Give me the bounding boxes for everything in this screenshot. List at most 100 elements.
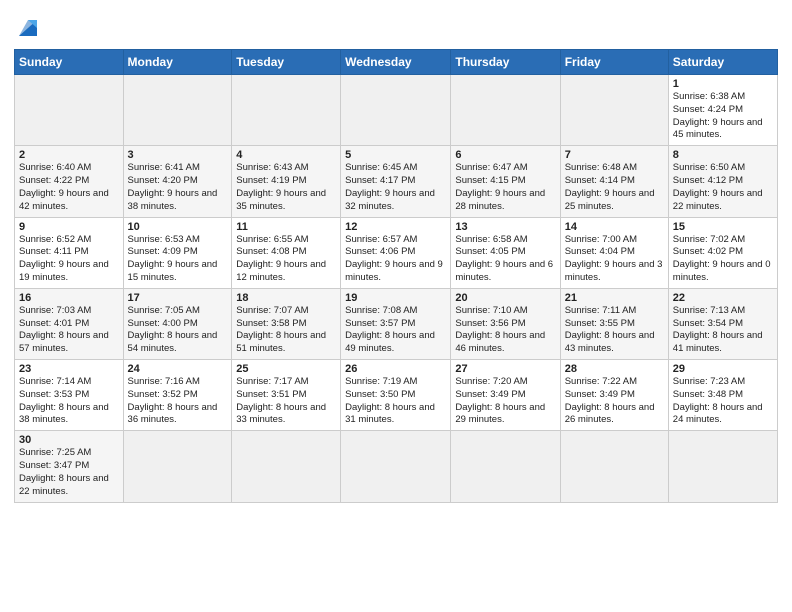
day-info: Sunrise: 6:50 AM Sunset: 4:12 PM Dayligh… bbox=[673, 162, 773, 213]
day-number: 30 bbox=[19, 434, 119, 446]
day-number: 25 bbox=[236, 363, 336, 375]
day-info: Sunrise: 6:45 AM Sunset: 4:17 PM Dayligh… bbox=[345, 162, 446, 213]
weekday-header-monday: Monday bbox=[123, 50, 232, 75]
weekday-header-friday: Friday bbox=[560, 50, 668, 75]
day-number: 6 bbox=[455, 149, 555, 161]
day-info: Sunrise: 7:03 AM Sunset: 4:01 PM Dayligh… bbox=[19, 305, 119, 356]
day-info: Sunrise: 6:47 AM Sunset: 4:15 PM Dayligh… bbox=[455, 162, 555, 213]
weekday-header-saturday: Saturday bbox=[668, 50, 777, 75]
day-info: Sunrise: 7:20 AM Sunset: 3:49 PM Dayligh… bbox=[455, 376, 555, 427]
calendar-cell: 7Sunrise: 6:48 AM Sunset: 4:14 PM Daylig… bbox=[560, 146, 668, 217]
logo-triangle-icon bbox=[17, 16, 39, 38]
day-number: 23 bbox=[19, 363, 119, 375]
calendar-cell: 29Sunrise: 7:23 AM Sunset: 3:48 PM Dayli… bbox=[668, 360, 777, 431]
day-number: 1 bbox=[673, 78, 773, 90]
calendar-cell: 18Sunrise: 7:07 AM Sunset: 3:58 PM Dayli… bbox=[232, 288, 341, 359]
day-info: Sunrise: 7:05 AM Sunset: 4:00 PM Dayligh… bbox=[128, 305, 228, 356]
day-info: Sunrise: 6:43 AM Sunset: 4:19 PM Dayligh… bbox=[236, 162, 336, 213]
day-number: 27 bbox=[455, 363, 555, 375]
calendar-week-row: 1Sunrise: 6:38 AM Sunset: 4:24 PM Daylig… bbox=[15, 75, 778, 146]
day-info: Sunrise: 6:58 AM Sunset: 4:05 PM Dayligh… bbox=[455, 234, 555, 285]
calendar-cell: 19Sunrise: 7:08 AM Sunset: 3:57 PM Dayli… bbox=[341, 288, 451, 359]
calendar-week-row: 9Sunrise: 6:52 AM Sunset: 4:11 PM Daylig… bbox=[15, 217, 778, 288]
day-number: 10 bbox=[128, 221, 228, 233]
calendar-cell: 4Sunrise: 6:43 AM Sunset: 4:19 PM Daylig… bbox=[232, 146, 341, 217]
calendar-cell: 13Sunrise: 6:58 AM Sunset: 4:05 PM Dayli… bbox=[451, 217, 560, 288]
calendar-cell: 16Sunrise: 7:03 AM Sunset: 4:01 PM Dayli… bbox=[15, 288, 124, 359]
logo bbox=[14, 16, 39, 43]
calendar-cell: 9Sunrise: 6:52 AM Sunset: 4:11 PM Daylig… bbox=[15, 217, 124, 288]
calendar-week-row: 16Sunrise: 7:03 AM Sunset: 4:01 PM Dayli… bbox=[15, 288, 778, 359]
header-area bbox=[14, 10, 778, 43]
page: SundayMondayTuesdayWednesdayThursdayFrid… bbox=[0, 0, 792, 612]
weekday-header-thursday: Thursday bbox=[451, 50, 560, 75]
calendar-header-row: SundayMondayTuesdayWednesdayThursdayFrid… bbox=[15, 50, 778, 75]
calendar-cell: 24Sunrise: 7:16 AM Sunset: 3:52 PM Dayli… bbox=[123, 360, 232, 431]
day-number: 15 bbox=[673, 221, 773, 233]
calendar-cell: 10Sunrise: 6:53 AM Sunset: 4:09 PM Dayli… bbox=[123, 217, 232, 288]
calendar-cell: 23Sunrise: 7:14 AM Sunset: 3:53 PM Dayli… bbox=[15, 360, 124, 431]
day-info: Sunrise: 7:08 AM Sunset: 3:57 PM Dayligh… bbox=[345, 305, 446, 356]
day-number: 14 bbox=[565, 221, 664, 233]
weekday-header-sunday: Sunday bbox=[15, 50, 124, 75]
calendar-cell: 6Sunrise: 6:47 AM Sunset: 4:15 PM Daylig… bbox=[451, 146, 560, 217]
day-number: 9 bbox=[19, 221, 119, 233]
day-number: 20 bbox=[455, 292, 555, 304]
calendar-cell bbox=[341, 431, 451, 502]
calendar-cell: 21Sunrise: 7:11 AM Sunset: 3:55 PM Dayli… bbox=[560, 288, 668, 359]
day-info: Sunrise: 6:48 AM Sunset: 4:14 PM Dayligh… bbox=[565, 162, 664, 213]
calendar-cell bbox=[232, 75, 341, 146]
day-number: 5 bbox=[345, 149, 446, 161]
day-number: 29 bbox=[673, 363, 773, 375]
calendar-cell: 14Sunrise: 7:00 AM Sunset: 4:04 PM Dayli… bbox=[560, 217, 668, 288]
calendar-cell: 22Sunrise: 7:13 AM Sunset: 3:54 PM Dayli… bbox=[668, 288, 777, 359]
day-info: Sunrise: 7:13 AM Sunset: 3:54 PM Dayligh… bbox=[673, 305, 773, 356]
calendar-cell bbox=[451, 431, 560, 502]
day-info: Sunrise: 7:23 AM Sunset: 3:48 PM Dayligh… bbox=[673, 376, 773, 427]
day-number: 13 bbox=[455, 221, 555, 233]
calendar-cell: 17Sunrise: 7:05 AM Sunset: 4:00 PM Dayli… bbox=[123, 288, 232, 359]
calendar-cell bbox=[341, 75, 451, 146]
day-number: 8 bbox=[673, 149, 773, 161]
day-info: Sunrise: 7:17 AM Sunset: 3:51 PM Dayligh… bbox=[236, 376, 336, 427]
day-number: 16 bbox=[19, 292, 119, 304]
day-number: 4 bbox=[236, 149, 336, 161]
day-number: 26 bbox=[345, 363, 446, 375]
day-info: Sunrise: 6:40 AM Sunset: 4:22 PM Dayligh… bbox=[19, 162, 119, 213]
day-info: Sunrise: 7:22 AM Sunset: 3:49 PM Dayligh… bbox=[565, 376, 664, 427]
calendar-week-row: 2Sunrise: 6:40 AM Sunset: 4:22 PM Daylig… bbox=[15, 146, 778, 217]
day-info: Sunrise: 7:25 AM Sunset: 3:47 PM Dayligh… bbox=[19, 447, 119, 498]
day-number: 12 bbox=[345, 221, 446, 233]
day-info: Sunrise: 7:19 AM Sunset: 3:50 PM Dayligh… bbox=[345, 376, 446, 427]
day-number: 28 bbox=[565, 363, 664, 375]
day-number: 2 bbox=[19, 149, 119, 161]
weekday-header-tuesday: Tuesday bbox=[232, 50, 341, 75]
calendar-cell bbox=[15, 75, 124, 146]
day-number: 21 bbox=[565, 292, 664, 304]
calendar-cell: 15Sunrise: 7:02 AM Sunset: 4:02 PM Dayli… bbox=[668, 217, 777, 288]
calendar-table: SundayMondayTuesdayWednesdayThursdayFrid… bbox=[14, 49, 778, 503]
calendar-cell bbox=[123, 431, 232, 502]
day-info: Sunrise: 7:10 AM Sunset: 3:56 PM Dayligh… bbox=[455, 305, 555, 356]
day-info: Sunrise: 6:57 AM Sunset: 4:06 PM Dayligh… bbox=[345, 234, 446, 285]
day-info: Sunrise: 6:52 AM Sunset: 4:11 PM Dayligh… bbox=[19, 234, 119, 285]
day-info: Sunrise: 7:14 AM Sunset: 3:53 PM Dayligh… bbox=[19, 376, 119, 427]
calendar-cell: 27Sunrise: 7:20 AM Sunset: 3:49 PM Dayli… bbox=[451, 360, 560, 431]
day-number: 17 bbox=[128, 292, 228, 304]
day-number: 22 bbox=[673, 292, 773, 304]
calendar-cell: 5Sunrise: 6:45 AM Sunset: 4:17 PM Daylig… bbox=[341, 146, 451, 217]
calendar-cell bbox=[668, 431, 777, 502]
calendar-week-row: 30Sunrise: 7:25 AM Sunset: 3:47 PM Dayli… bbox=[15, 431, 778, 502]
day-info: Sunrise: 6:38 AM Sunset: 4:24 PM Dayligh… bbox=[673, 91, 773, 142]
day-info: Sunrise: 7:02 AM Sunset: 4:02 PM Dayligh… bbox=[673, 234, 773, 285]
day-info: Sunrise: 6:53 AM Sunset: 4:09 PM Dayligh… bbox=[128, 234, 228, 285]
calendar-cell: 11Sunrise: 6:55 AM Sunset: 4:08 PM Dayli… bbox=[232, 217, 341, 288]
calendar-cell bbox=[560, 431, 668, 502]
calendar-cell bbox=[451, 75, 560, 146]
day-info: Sunrise: 7:00 AM Sunset: 4:04 PM Dayligh… bbox=[565, 234, 664, 285]
day-number: 7 bbox=[565, 149, 664, 161]
calendar-cell: 30Sunrise: 7:25 AM Sunset: 3:47 PM Dayli… bbox=[15, 431, 124, 502]
day-number: 3 bbox=[128, 149, 228, 161]
day-number: 18 bbox=[236, 292, 336, 304]
day-info: Sunrise: 7:07 AM Sunset: 3:58 PM Dayligh… bbox=[236, 305, 336, 356]
